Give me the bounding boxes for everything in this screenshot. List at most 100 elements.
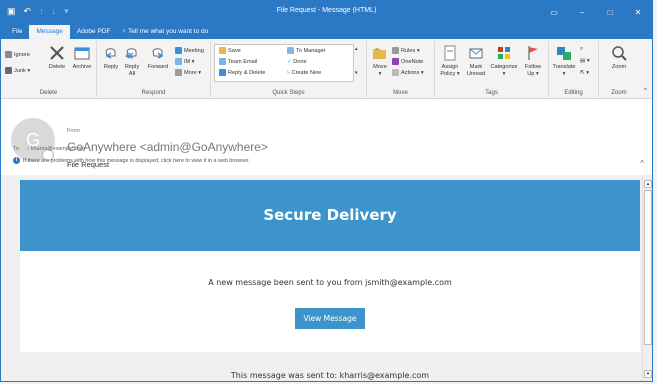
categorize-button[interactable]: Categorize ▾ bbox=[488, 45, 520, 78]
delete-button[interactable]: Delete bbox=[47, 45, 67, 71]
quick-step-save[interactable]: Save bbox=[219, 47, 241, 56]
email-footer: This message was sent to: kharris@exampl… bbox=[20, 352, 640, 381]
assign-policy-button[interactable]: Assign Policy ▾ bbox=[437, 45, 463, 78]
rules-button[interactable]: Rules ▾ bbox=[392, 47, 420, 56]
window-controls: ▭ – □ ✕ bbox=[540, 1, 652, 23]
tags-group-label: Tags bbox=[485, 90, 498, 96]
ribbon: Ignore Junk ▾ Delete Archive Delete Repl… bbox=[1, 39, 652, 99]
ignore-icon bbox=[5, 51, 12, 59]
to-label: To bbox=[13, 146, 19, 152]
quick-steps-gallery: Save Team Email Reply & Delete To Manage… bbox=[214, 44, 354, 82]
find-button[interactable]: ⌕ bbox=[580, 45, 583, 54]
collapse-header-icon[interactable]: ^ bbox=[640, 159, 644, 168]
follow-up-button[interactable]: Follow Up ▾ bbox=[521, 45, 545, 78]
checkmark-icon: ✓ bbox=[287, 59, 292, 65]
scrollbar-thumb[interactable] bbox=[644, 190, 652, 345]
tab-message[interactable]: Message bbox=[29, 25, 70, 39]
respond-group-label: Respond bbox=[141, 90, 166, 96]
tell-me-text: Tell me what you want to do bbox=[128, 28, 209, 35]
folder-icon bbox=[219, 47, 226, 55]
info-bar-text: If there are problems with how this mess… bbox=[23, 157, 250, 164]
quick-step-done[interactable]: ✓ Done bbox=[287, 58, 307, 67]
message-body: Secure Delivery A new message been sent … bbox=[1, 175, 652, 381]
quick-step-team-email[interactable]: Team Email bbox=[219, 58, 257, 67]
magnifier-icon: ⌕ bbox=[580, 46, 584, 52]
move-group-label: Move bbox=[393, 90, 408, 96]
quick-step-create-new[interactable]: ϟ Create New bbox=[287, 69, 321, 78]
mark-unread-icon bbox=[469, 48, 483, 59]
quick-steps-more[interactable]: ▾ bbox=[355, 69, 358, 78]
archive-button[interactable]: Archive bbox=[71, 45, 93, 71]
actions-button[interactable]: Actions ▾ bbox=[392, 69, 424, 78]
rules-icon bbox=[392, 47, 399, 55]
recipient-address[interactable]: kharris@example.com bbox=[31, 146, 85, 152]
onenote-button[interactable]: OneNote bbox=[392, 58, 423, 67]
view-message-button[interactable]: View Message bbox=[295, 308, 365, 329]
sender-name[interactable]: GoAnywhere <admin@GoAnywhere> bbox=[67, 140, 268, 154]
to-line: To ○ kharris@example.com bbox=[13, 146, 85, 152]
delete-group-label: Delete bbox=[39, 90, 58, 96]
team-email-icon bbox=[219, 58, 226, 66]
archive-icon bbox=[74, 47, 90, 60]
forward-button[interactable]: Forward bbox=[145, 45, 171, 71]
lightning-icon: ϟ bbox=[287, 70, 290, 76]
move-group: Move ▾ Rules ▾ OneNote Actions ▾ Move bbox=[367, 41, 435, 97]
ribbon-display-options-icon[interactable]: ▭ bbox=[540, 1, 568, 23]
quick-step-reply-delete[interactable]: Reply & Delete bbox=[219, 69, 265, 78]
outlook-window: ▣ ↶ ↑ ↓ ▾ File Request - Message (HTML) … bbox=[0, 0, 653, 382]
reply-icon bbox=[105, 48, 116, 59]
close-icon[interactable]: ✕ bbox=[624, 1, 652, 23]
policy-icon bbox=[444, 45, 456, 61]
meeting-icon bbox=[175, 47, 182, 55]
tab-file[interactable]: File bbox=[5, 25, 29, 39]
quick-steps-group: Save Team Email Reply & Delete To Manage… bbox=[211, 41, 367, 97]
quick-steps-group-label: Quick Steps bbox=[272, 90, 305, 96]
related-icon: ▤ bbox=[580, 58, 586, 64]
move-folder-icon bbox=[373, 48, 386, 59]
quick-step-to-manager[interactable]: To Manager bbox=[287, 47, 326, 56]
reply-delete-icon bbox=[219, 69, 226, 77]
title-bar: ▣ ↶ ↑ ↓ ▾ File Request - Message (HTML) … bbox=[1, 1, 652, 23]
mark-unread-button[interactable]: Mark Unread bbox=[464, 45, 488, 78]
categorize-icon bbox=[498, 47, 510, 59]
im-button[interactable]: IM ▾ bbox=[175, 58, 195, 67]
reply-all-icon bbox=[124, 48, 137, 59]
more-button[interactable]: More ▾ bbox=[175, 69, 201, 78]
translate-button[interactable]: Translate ▾ bbox=[551, 45, 577, 78]
quick-steps-scroll-up[interactable]: ▴ bbox=[355, 45, 358, 54]
select-button[interactable]: ⇱ ▾ bbox=[580, 69, 589, 78]
im-icon bbox=[175, 58, 182, 66]
more-icon bbox=[175, 69, 182, 77]
delete-x-icon bbox=[50, 46, 64, 60]
from-label: From bbox=[67, 128, 81, 134]
collapse-ribbon-icon[interactable]: ^ bbox=[644, 87, 647, 96]
scroll-up-icon[interactable]: ▴ bbox=[644, 180, 652, 188]
tab-adobe-pdf[interactable]: Adobe PDF bbox=[70, 25, 118, 39]
respond-group: Reply Reply All Forward Meeting IM ▾ Mor… bbox=[97, 41, 211, 97]
delete-group: Ignore Junk ▾ Delete Archive Delete bbox=[1, 41, 97, 97]
junk-icon bbox=[5, 67, 12, 75]
translate-icon bbox=[557, 47, 571, 60]
onenote-icon bbox=[392, 58, 399, 66]
scroll-down-icon[interactable]: ▾ bbox=[644, 370, 652, 378]
flag-icon bbox=[528, 46, 538, 60]
forward-icon bbox=[152, 48, 164, 59]
zoom-button[interactable]: Zoom bbox=[607, 45, 631, 71]
zoom-magnifier-icon bbox=[612, 46, 627, 61]
info-bar[interactable]: i If there are problems with how this me… bbox=[13, 157, 250, 164]
maximize-icon[interactable]: □ bbox=[596, 1, 624, 23]
reply-button[interactable]: Reply bbox=[102, 45, 120, 71]
junk-button[interactable]: Junk ▾ bbox=[5, 67, 30, 76]
actions-icon bbox=[392, 69, 399, 77]
vertical-scrollbar[interactable]: ▴ ▾ bbox=[642, 175, 652, 381]
tell-me-box[interactable]: ♀ Tell me what you want to do bbox=[117, 25, 208, 39]
move-button[interactable]: Move ▾ bbox=[370, 45, 390, 78]
ribbon-tabs: File Message Adobe PDF ♀ Tell me what yo… bbox=[1, 23, 652, 39]
lightbulb-icon: ♀ bbox=[121, 28, 127, 35]
related-button[interactable]: ▤ ▾ bbox=[580, 57, 590, 66]
ignore-button[interactable]: Ignore bbox=[5, 51, 30, 60]
zoom-group-label: Zoom bbox=[611, 90, 627, 96]
meeting-button[interactable]: Meeting bbox=[175, 47, 204, 56]
reply-all-button[interactable]: Reply All bbox=[123, 45, 141, 78]
minimize-icon[interactable]: – bbox=[568, 1, 596, 23]
